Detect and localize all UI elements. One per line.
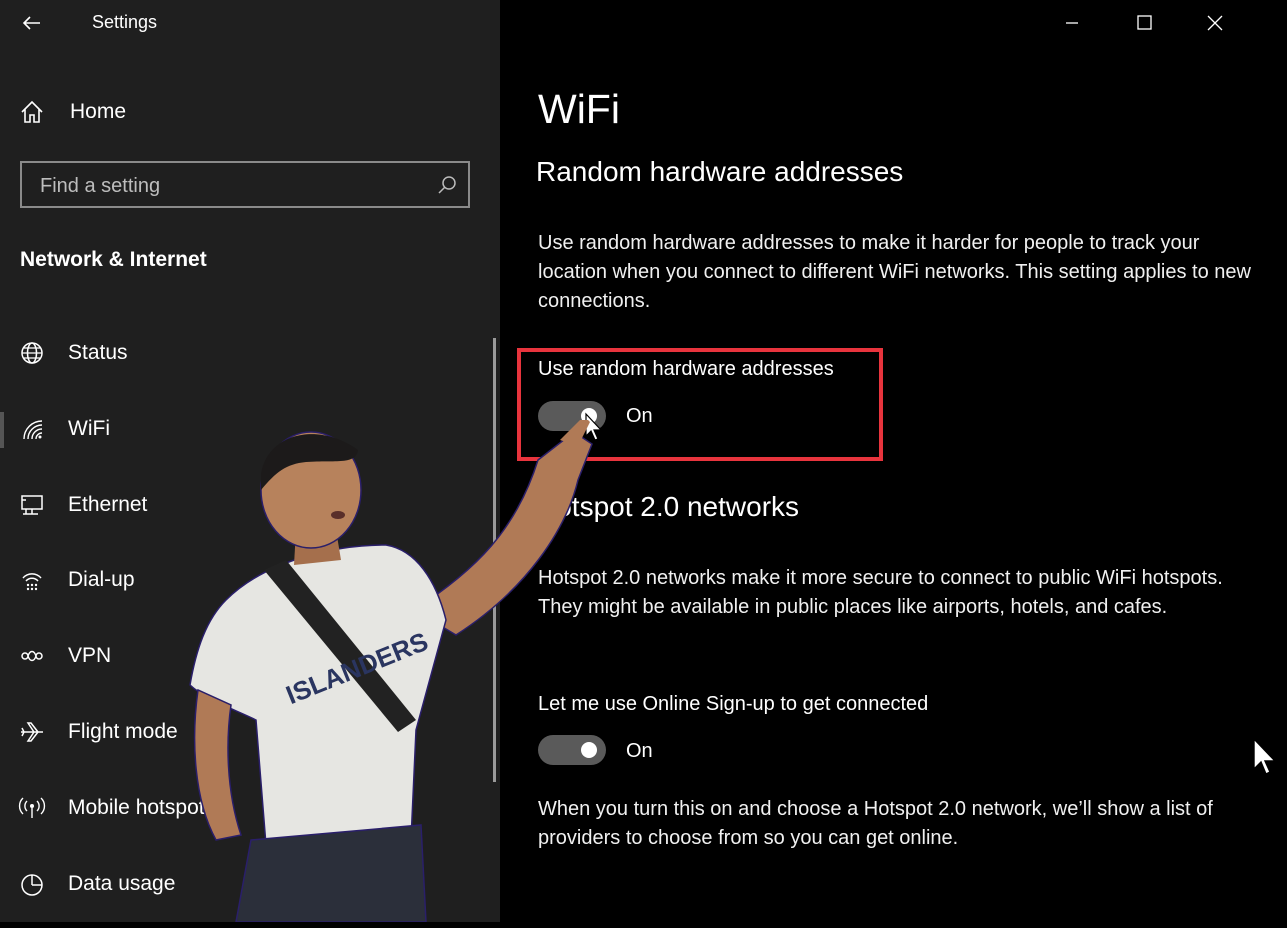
random-hw-description: Use random hardware addresses to make it… — [538, 232, 1251, 312]
sidebar-item-label: VPN — [68, 644, 112, 668]
sidebar-item-label: Data usage — [68, 871, 176, 895]
titlebar: Settings — [0, 0, 500, 46]
sidebar-item-label: Ethernet — [68, 492, 148, 516]
search-input[interactable] — [38, 173, 422, 199]
search-box[interactable] — [20, 161, 470, 208]
presenter-overlay: ISLANDERS — [186, 416, 646, 923]
hotspot-footer-text: When you turn this on and choose a Hotsp… — [538, 798, 1213, 849]
window-controls — [1057, 0, 1287, 46]
ethernet-icon — [18, 491, 46, 519]
wifi-icon — [18, 415, 46, 443]
presenter-figure: ISLANDERS — [189, 416, 593, 923]
vpn-icon — [18, 642, 46, 670]
dialup-icon — [18, 566, 46, 594]
section-heading: Network & Internet — [20, 248, 207, 271]
mouse-pointer-icon — [1252, 737, 1278, 777]
home-icon — [18, 98, 46, 126]
random-hw-toggle-label: Use random hardware addresses — [538, 358, 834, 380]
app-title: Settings — [92, 12, 158, 32]
sidebar-item-home[interactable]: Home — [0, 90, 480, 134]
sidebar-item-label: Status — [68, 341, 128, 364]
sidebar-item-status[interactable]: Status — [0, 322, 490, 398]
pie-chart-icon — [18, 870, 46, 898]
globe-icon — [18, 339, 46, 367]
airplane-icon — [18, 718, 46, 746]
search-icon[interactable] — [436, 174, 458, 196]
back-arrow-icon[interactable] — [18, 8, 48, 38]
hotspot-icon — [18, 794, 46, 822]
minimize-icon[interactable] — [1057, 8, 1087, 38]
sidebar-item-label: Home — [70, 100, 127, 123]
close-icon[interactable] — [1200, 8, 1230, 38]
sidebar-item-label: Flight mode — [68, 719, 178, 743]
sidebar-item-label: WiFi — [68, 416, 110, 440]
sidebar-item-label: Mobile hotspot — [68, 795, 205, 819]
page-title: WiFi — [538, 86, 620, 132]
hotspot-description: Hotspot 2.0 networks make it more secure… — [538, 567, 1223, 618]
random-hw-section-title: Random hardware addresses — [536, 156, 904, 187]
maximize-icon[interactable] — [1129, 8, 1159, 38]
sidebar-item-label: Dial-up — [68, 568, 135, 592]
